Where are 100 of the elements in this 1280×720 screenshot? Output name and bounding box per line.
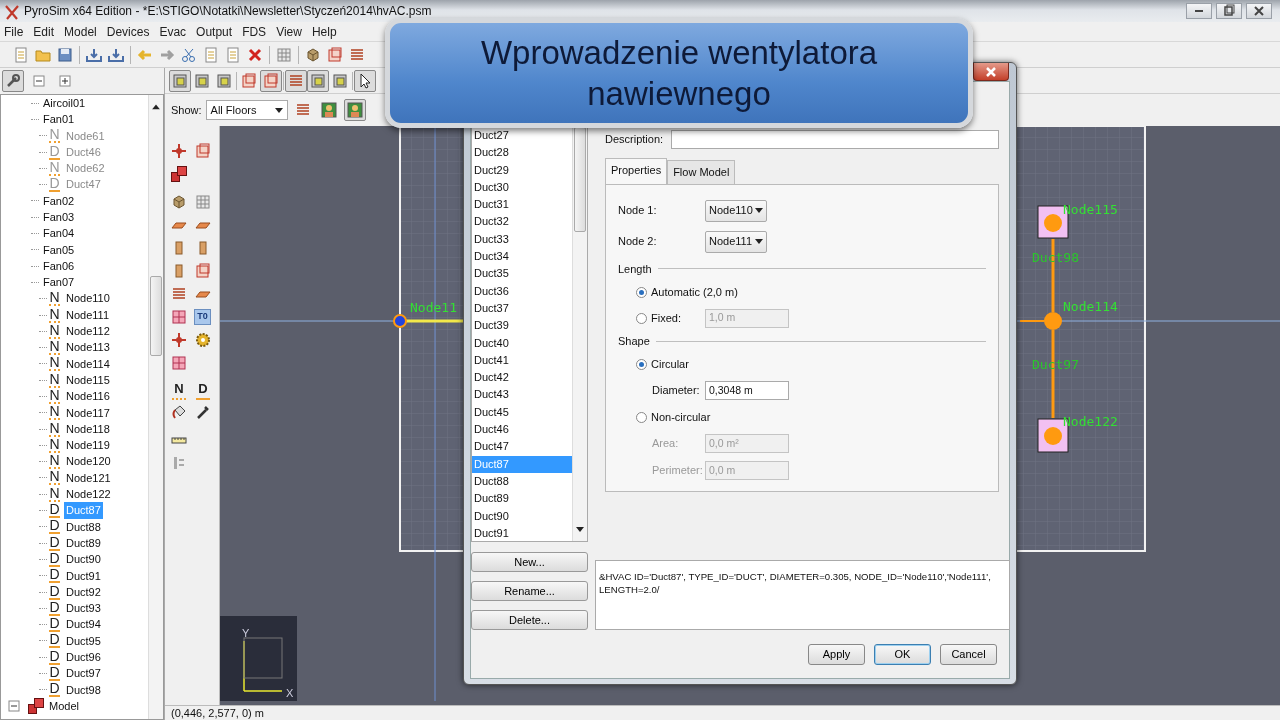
- box-stack-icon[interactable]: [168, 163, 190, 185]
- list-item[interactable]: Duct35: [472, 265, 572, 283]
- tree-item[interactable]: Node119: [64, 437, 112, 454]
- list-item[interactable]: Duct45: [472, 403, 572, 422]
- list-item[interactable]: Duct32: [472, 213, 572, 231]
- menu-item[interactable]: File: [4, 22, 24, 41]
- close-button[interactable]: [1246, 3, 1272, 19]
- tree-item[interactable]: Duct92: [64, 583, 103, 601]
- menu-item[interactable]: Help: [311, 22, 337, 41]
- list-item[interactable]: Duct46: [472, 421, 572, 439]
- menu-item[interactable]: Evac: [159, 22, 187, 41]
- tree-item[interactable]: Node62: [64, 160, 107, 177]
- dialog-button[interactable]: OK: [874, 643, 931, 665]
- menu-item[interactable]: View: [276, 22, 302, 41]
- menu-item[interactable]: FDS: [242, 22, 267, 41]
- list-item[interactable]: Duct39: [472, 317, 572, 335]
- tree-toggle-icon[interactable]: [2, 70, 24, 92]
- tree-item[interactable]: Aircoil01: [41, 95, 88, 112]
- tree-item[interactable]: Node111: [64, 306, 112, 324]
- list-item[interactable]: Duct36: [472, 282, 572, 300]
- picture-icon[interactable]: [343, 99, 366, 121]
- tree-item[interactable]: Fan01: [41, 111, 77, 128]
- node-marker[interactable]: [393, 314, 407, 328]
- list-item[interactable]: Duct30: [472, 178, 572, 197]
- list-item[interactable]: Duct31: [472, 196, 572, 214]
- tree-item[interactable]: Duct90: [64, 551, 103, 568]
- tree-item[interactable]: Node112: [64, 323, 112, 340]
- rename-button[interactable]: Rename...: [471, 581, 588, 601]
- list-item[interactable]: Duct90: [472, 507, 572, 525]
- frame-view-icon[interactable]: [307, 69, 329, 92]
- dialog-button[interactable]: Apply: [808, 643, 865, 665]
- list-item[interactable]: Duct42: [472, 369, 572, 387]
- label-tool-icon[interactable]: T0: [194, 309, 211, 325]
- scroll-thumb[interactable]: [150, 275, 162, 356]
- tree-item[interactable]: Node117: [64, 404, 112, 422]
- list-item[interactable]: Duct34: [472, 248, 572, 266]
- tree-item[interactable]: Duct46: [64, 143, 103, 161]
- list-item[interactable]: Duct40: [472, 334, 572, 352]
- radio-button[interactable]: [636, 286, 647, 298]
- close-button[interactable]: [973, 63, 1009, 81]
- tree-item[interactable]: Node114: [64, 355, 112, 373]
- list-item[interactable]: Duct27: [472, 127, 572, 145]
- tree-item[interactable]: Node121: [64, 469, 113, 487]
- tree-item[interactable]: Fan05: [41, 241, 77, 259]
- tree-item[interactable]: Duct96: [64, 649, 103, 666]
- tree-item[interactable]: Duct94: [64, 616, 103, 633]
- solid-view-icon[interactable]: [169, 69, 191, 92]
- pointer-icon[interactable]: [354, 69, 376, 92]
- tree-item[interactable]: Fan06: [41, 257, 77, 275]
- radio-button[interactable]: [636, 412, 647, 423]
- node-marker[interactable]: [1044, 312, 1062, 330]
- tree-item[interactable]: Duct91: [64, 567, 103, 584]
- radio-button[interactable]: [636, 312, 647, 324]
- tree-item[interactable]: Duct93: [64, 600, 103, 617]
- tree-item[interactable]: Node122: [64, 486, 113, 503]
- list-item[interactable]: Duct43: [472, 386, 572, 404]
- tree-item[interactable]: Node118: [64, 420, 112, 438]
- duct-line[interactable]: [1019, 320, 1045, 322]
- menu-item[interactable]: Edit: [33, 22, 55, 41]
- floor-dropdown[interactable]: All Floors: [205, 100, 288, 120]
- restore-button[interactable]: [1216, 3, 1242, 19]
- scroll-thumb[interactable]: [574, 127, 586, 232]
- tab[interactable]: Properties: [605, 158, 668, 185]
- list-item[interactable]: Duct47: [472, 438, 572, 456]
- menu-item[interactable]: Model: [64, 22, 97, 41]
- tree-item[interactable]: Fan03: [41, 209, 77, 226]
- tree-item[interactable]: Duct89: [64, 534, 103, 552]
- list-item[interactable]: Duct91: [472, 524, 572, 541]
- new-button[interactable]: New...: [471, 552, 588, 572]
- tree-item[interactable]: Node61: [64, 127, 107, 144]
- tree-item[interactable]: Duct88: [64, 518, 103, 536]
- tree-item[interactable]: Fan02: [41, 192, 77, 210]
- texture-view-icon[interactable]: [285, 69, 307, 92]
- node-dropdown[interactable]: Node111: [705, 230, 767, 253]
- tree-item[interactable]: Duct97: [64, 665, 103, 682]
- list-item[interactable]: Duct41: [472, 351, 572, 370]
- radio-button[interactable]: [636, 359, 647, 370]
- menu-item[interactable]: Output: [196, 22, 233, 41]
- tree-item[interactable]: Node120: [64, 453, 113, 470]
- tree-item[interactable]: Fan04: [41, 225, 77, 242]
- tree-item[interactable]: Model: [47, 697, 81, 715]
- minimize-button[interactable]: [1186, 3, 1212, 19]
- list-item[interactable]: Duct37: [472, 299, 572, 318]
- box-view-icon[interactable]: [260, 69, 282, 92]
- scrollbar[interactable]: [572, 127, 587, 541]
- scrollbar[interactable]: [148, 95, 163, 719]
- menu-item[interactable]: Devices: [106, 22, 150, 41]
- node-dropdown[interactable]: Node110: [705, 199, 767, 222]
- list-item[interactable]: Duct33: [472, 230, 572, 249]
- tree-item[interactable]: Node113: [64, 339, 112, 356]
- tree-item[interactable]: Duct95: [64, 632, 103, 650]
- list-item[interactable]: Duct28: [472, 144, 572, 162]
- value-field[interactable]: 0,3048 m: [705, 381, 789, 400]
- tree-item[interactable]: Duct98: [64, 681, 103, 699]
- tree-item[interactable]: Node110: [64, 290, 112, 307]
- list-item[interactable]: Duct88: [472, 472, 572, 491]
- delete-button[interactable]: Delete...: [471, 610, 588, 630]
- tree-item[interactable]: Node115: [64, 371, 112, 389]
- dialog-button[interactable]: Cancel: [940, 643, 997, 665]
- list-item[interactable]: Duct89: [472, 490, 572, 508]
